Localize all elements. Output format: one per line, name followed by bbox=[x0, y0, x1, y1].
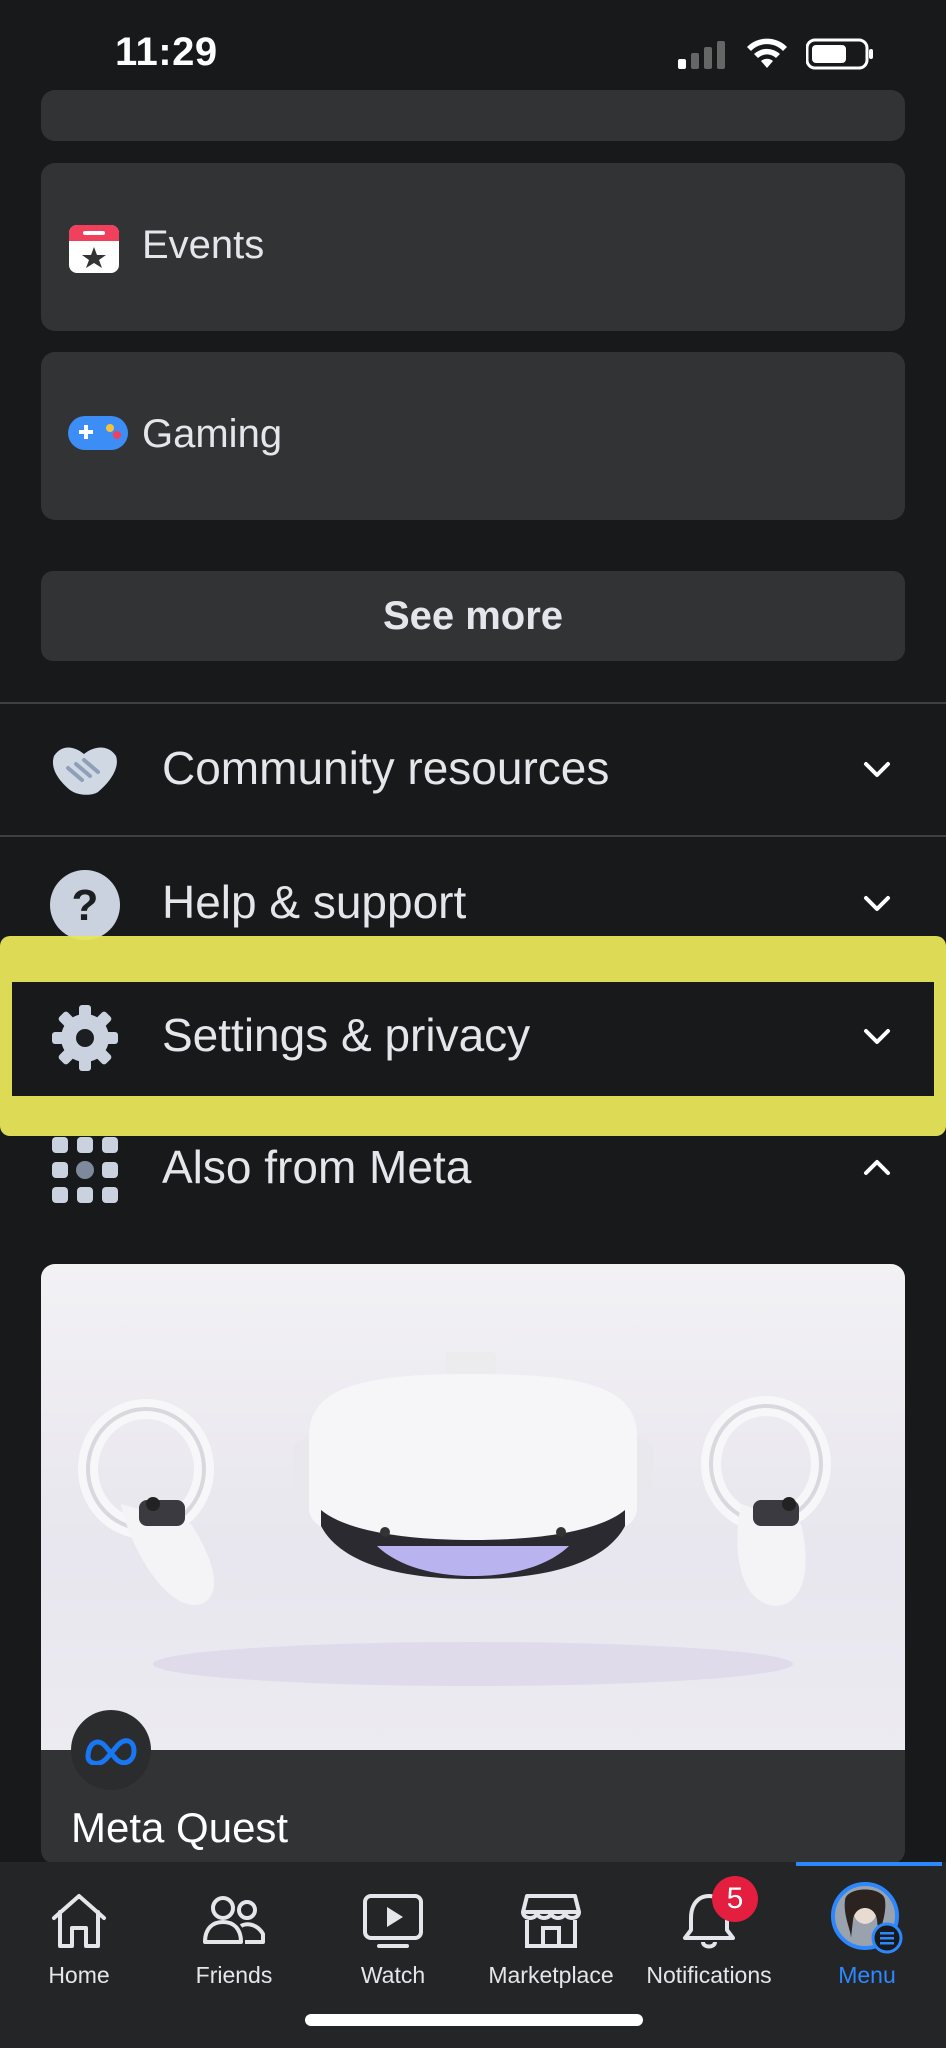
chevron-down-icon bbox=[864, 896, 890, 911]
tab-marketplace-label: Marketplace bbox=[488, 1962, 614, 1988]
shortcut-events[interactable]: Events bbox=[41, 163, 905, 331]
shortcut-gaming[interactable]: Gaming bbox=[41, 352, 905, 520]
meta-quest-card[interactable]: Meta Quest bbox=[41, 1264, 905, 1864]
shortcut-card-partial[interactable] bbox=[41, 90, 905, 141]
profile-avatar-icon bbox=[831, 1882, 903, 1954]
right-controller-shape bbox=[701, 1396, 831, 1606]
tab-home-label: Home bbox=[48, 1962, 110, 1988]
status-icons bbox=[678, 38, 876, 70]
help-support-label: Help & support bbox=[162, 876, 467, 928]
community-resources-label: Community resources bbox=[162, 742, 610, 794]
gaming-label: Gaming bbox=[142, 412, 283, 456]
tab-watch-label: Watch bbox=[360, 1962, 426, 1988]
game-controller-icon bbox=[68, 416, 128, 450]
tab-notifications[interactable]: Notifications bbox=[630, 1862, 788, 2012]
home-icon bbox=[52, 1894, 106, 1948]
settings-privacy-row[interactable]: Settings & privacy bbox=[0, 973, 946, 1093]
divider bbox=[0, 835, 946, 837]
see-more-button[interactable]: See more bbox=[41, 571, 905, 661]
tab-friends[interactable]: Friends bbox=[155, 1862, 313, 2012]
notifications-count-badge: 5 bbox=[712, 1876, 758, 1922]
handshake-icon bbox=[52, 747, 117, 795]
chevron-down-icon bbox=[864, 1029, 890, 1044]
settings-privacy-label: Settings & privacy bbox=[162, 1009, 531, 1061]
wifi-icon bbox=[747, 38, 787, 68]
vr-headset-illustration bbox=[78, 1352, 831, 1686]
divider bbox=[0, 702, 946, 704]
headset-shape bbox=[293, 1352, 653, 1579]
tab-friends-label: Friends bbox=[195, 1962, 273, 1988]
tab-watch[interactable]: Watch bbox=[314, 1862, 472, 2012]
events-label: Events bbox=[142, 223, 265, 267]
status-time: 11:29 bbox=[115, 30, 218, 74]
battery-icon bbox=[806, 38, 873, 70]
vr-headset-image bbox=[41, 1264, 905, 1750]
tab-marketplace[interactable]: Marketplace bbox=[472, 1862, 630, 2012]
home-indicator[interactable] bbox=[305, 2014, 643, 2026]
tab-notifications-label: Notifications bbox=[646, 1962, 772, 1988]
help-question-icon: ? bbox=[50, 870, 120, 940]
cellular-signal-icon bbox=[678, 41, 725, 69]
also-from-meta-label: Also from Meta bbox=[162, 1141, 472, 1193]
chevron-up-icon bbox=[864, 1160, 890, 1175]
apps-grid-icon bbox=[52, 1137, 118, 1203]
marketplace-shop-icon bbox=[521, 1894, 581, 1948]
left-controller-shape bbox=[78, 1399, 215, 1606]
chevron-down-icon bbox=[864, 762, 890, 777]
meta-logo-icon bbox=[71, 1710, 151, 1790]
calendar-star-icon bbox=[69, 225, 119, 273]
status-bar: 11:29 bbox=[0, 0, 946, 104]
svg-text:?: ? bbox=[72, 881, 99, 930]
gear-icon bbox=[52, 1005, 118, 1071]
tab-home[interactable]: Home bbox=[0, 1862, 158, 2012]
community-resources-row[interactable]: Community resources bbox=[0, 706, 946, 826]
watch-video-icon bbox=[363, 1894, 423, 1948]
also-from-meta-row[interactable]: Also from Meta bbox=[0, 1105, 946, 1225]
tab-menu[interactable]: Menu bbox=[788, 1862, 946, 2012]
tab-menu-label: Menu bbox=[838, 1962, 896, 1988]
meta-quest-title: Meta Quest bbox=[71, 1804, 289, 1851]
friends-icon bbox=[203, 1896, 265, 1944]
